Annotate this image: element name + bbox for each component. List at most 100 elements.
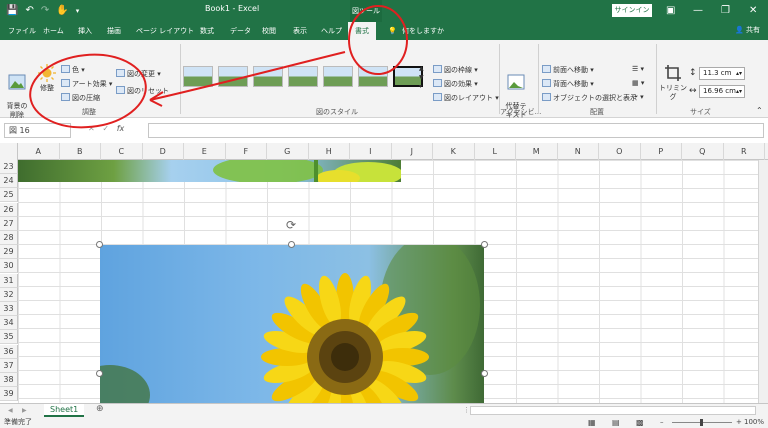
spin-icon[interactable]: ▴▾ [736,86,742,97]
tab-view[interactable]: 表示 [293,25,307,37]
picture-style-thumb[interactable] [218,66,248,87]
share-button[interactable]: 👤 共有 [735,25,760,35]
row-header[interactable]: 38 [0,373,18,387]
row-header[interactable]: 23 [0,160,18,174]
spin-icon[interactable]: ▴▾ [736,68,742,79]
resize-handle[interactable] [481,241,488,248]
select-all-button[interactable] [0,143,18,160]
picture-layout-button[interactable]: 図のレイアウト ▾ [433,93,499,103]
row-header[interactable]: 28 [0,231,18,245]
reset-picture-button[interactable]: 図のリセット [116,86,169,96]
column-header[interactable]: G [267,143,309,160]
resize-handle[interactable] [481,370,488,377]
picture-style-thumb[interactable] [183,66,213,87]
selection-pane-button[interactable]: オブジェクトの選択と表示 [542,93,637,103]
resize-handle[interactable] [96,370,103,377]
column-header[interactable]: A [18,143,60,160]
picture-border-button[interactable]: 図の枠線 ▾ [433,65,478,75]
change-picture-button[interactable]: 図の変更 ▾ [116,69,161,79]
tab-review[interactable]: 校閲 [262,25,276,37]
cancel-icon[interactable]: ✕ [88,124,95,133]
sunflower-image[interactable] [100,245,484,403]
sheet-tab-sheet1[interactable]: Sheet1 [44,404,85,417]
picture-effects-button[interactable]: 図の効果 ▾ [433,79,478,89]
row-header[interactable]: 32 [0,287,18,302]
customize-qat-icon[interactable]: ▾ [76,3,80,19]
group-icon[interactable]: ▦ ▾ [632,79,644,88]
tell-me-icon[interactable]: 💡 [388,25,397,37]
picture-style-thumb[interactable] [253,66,283,87]
bring-forward-button[interactable]: 前面へ移動 ▾ [542,65,594,75]
zoom-out-icon[interactable]: – [660,417,664,428]
tab-data[interactable]: データ [230,25,251,37]
art-effects-button[interactable]: アート効果 ▾ [61,79,112,89]
zoom-level[interactable]: 100% [744,417,764,428]
tell-me-search[interactable]: 何をしますか [402,25,444,37]
color-button[interactable]: 色 ▾ [61,65,85,75]
row-header[interactable]: 25 [0,188,18,203]
rotation-handle-icon[interactable]: ⟳ [286,218,296,232]
resize-handle[interactable] [288,241,295,248]
scroll-prev-sheet-icon[interactable]: ◀ [8,406,13,415]
row-header[interactable]: 35 [0,330,18,345]
column-header[interactable]: Q [682,143,724,160]
column-header[interactable]: O [599,143,641,160]
row-header[interactable]: 36 [0,344,18,359]
vertical-scrollbar[interactable] [758,160,768,403]
add-sheet-icon[interactable]: ⊕ [96,405,104,414]
align-icon[interactable]: ☰ ▾ [632,65,644,74]
page-break-view-icon[interactable]: ▩ [636,417,644,428]
tab-format[interactable]: 書式 [348,22,376,40]
ribbon-display-icon[interactable]: ▣ [666,2,675,20]
picture-style-thumb[interactable] [288,66,318,87]
tab-insert[interactable]: 挿入 [78,25,92,37]
row-header[interactable]: 39 [0,387,18,402]
row-header[interactable]: 34 [0,316,18,331]
row-header[interactable]: 37 [0,358,18,373]
collapse-ribbon-icon[interactable]: ⌃ [756,106,763,115]
corrections-button[interactable]: 修整 [36,64,58,93]
resize-handle[interactable] [96,241,103,248]
signin-button[interactable]: サインイン [612,4,652,17]
horizontal-scrollbar[interactable] [470,406,756,415]
column-header[interactable]: P [641,143,682,160]
zoom-slider-thumb[interactable] [700,419,703,426]
send-backward-button[interactable]: 背面へ移動 ▾ [542,79,594,89]
column-header[interactable]: M [516,143,558,160]
column-header[interactable]: E [184,143,226,160]
name-box[interactable]: 図 16 [4,123,71,138]
width-field[interactable]: 16.96 cm ▴▾ [699,85,745,98]
column-header[interactable]: C [101,143,143,160]
touch-mode-icon[interactable]: ✋ [56,3,68,19]
column-header[interactable]: B [60,143,101,160]
close-icon[interactable]: ✕ [749,2,757,20]
redo-icon[interactable]: ↷ [41,3,49,19]
row-header[interactable]: 33 [0,302,18,316]
picture-style-thumb[interactable] [358,66,388,87]
restore-icon[interactable]: ❐ [721,2,730,20]
rotate-icon[interactable]: ⟳ ▾ [632,93,644,102]
row-header[interactable]: 30 [0,259,18,274]
crop-button[interactable]: トリミング [658,64,688,102]
gallery-scroll-icon[interactable]: ▲ ▼ ▾ [419,64,424,91]
tab-help[interactable]: ヘルプ [321,25,342,37]
row-header[interactable]: 29 [0,245,18,260]
remove-background-button[interactable]: 背景の 削除 [4,64,30,120]
tab-formulas[interactable]: 数式 [200,25,214,37]
column-header[interactable]: R [724,143,765,160]
save-icon[interactable]: 💾 [6,3,18,19]
enter-icon[interactable]: ✓ [102,124,109,133]
tab-draw[interactable]: 描画 [107,25,121,37]
row-header[interactable]: 31 [0,273,18,288]
row-header[interactable]: 26 [0,202,18,217]
page-layout-view-icon[interactable]: ▤ [612,417,620,428]
row-header[interactable]: 27 [0,216,18,231]
tab-page-layout[interactable]: ページ レイアウト [136,25,194,37]
column-header[interactable]: N [558,143,599,160]
column-header[interactable]: H [309,143,350,160]
formula-input[interactable] [148,123,764,138]
column-header[interactable]: K [433,143,475,160]
column-header[interactable]: J [392,143,433,160]
sunflower-image-top[interactable] [18,160,401,182]
scroll-next-sheet-icon[interactable]: ▶ [22,406,27,415]
